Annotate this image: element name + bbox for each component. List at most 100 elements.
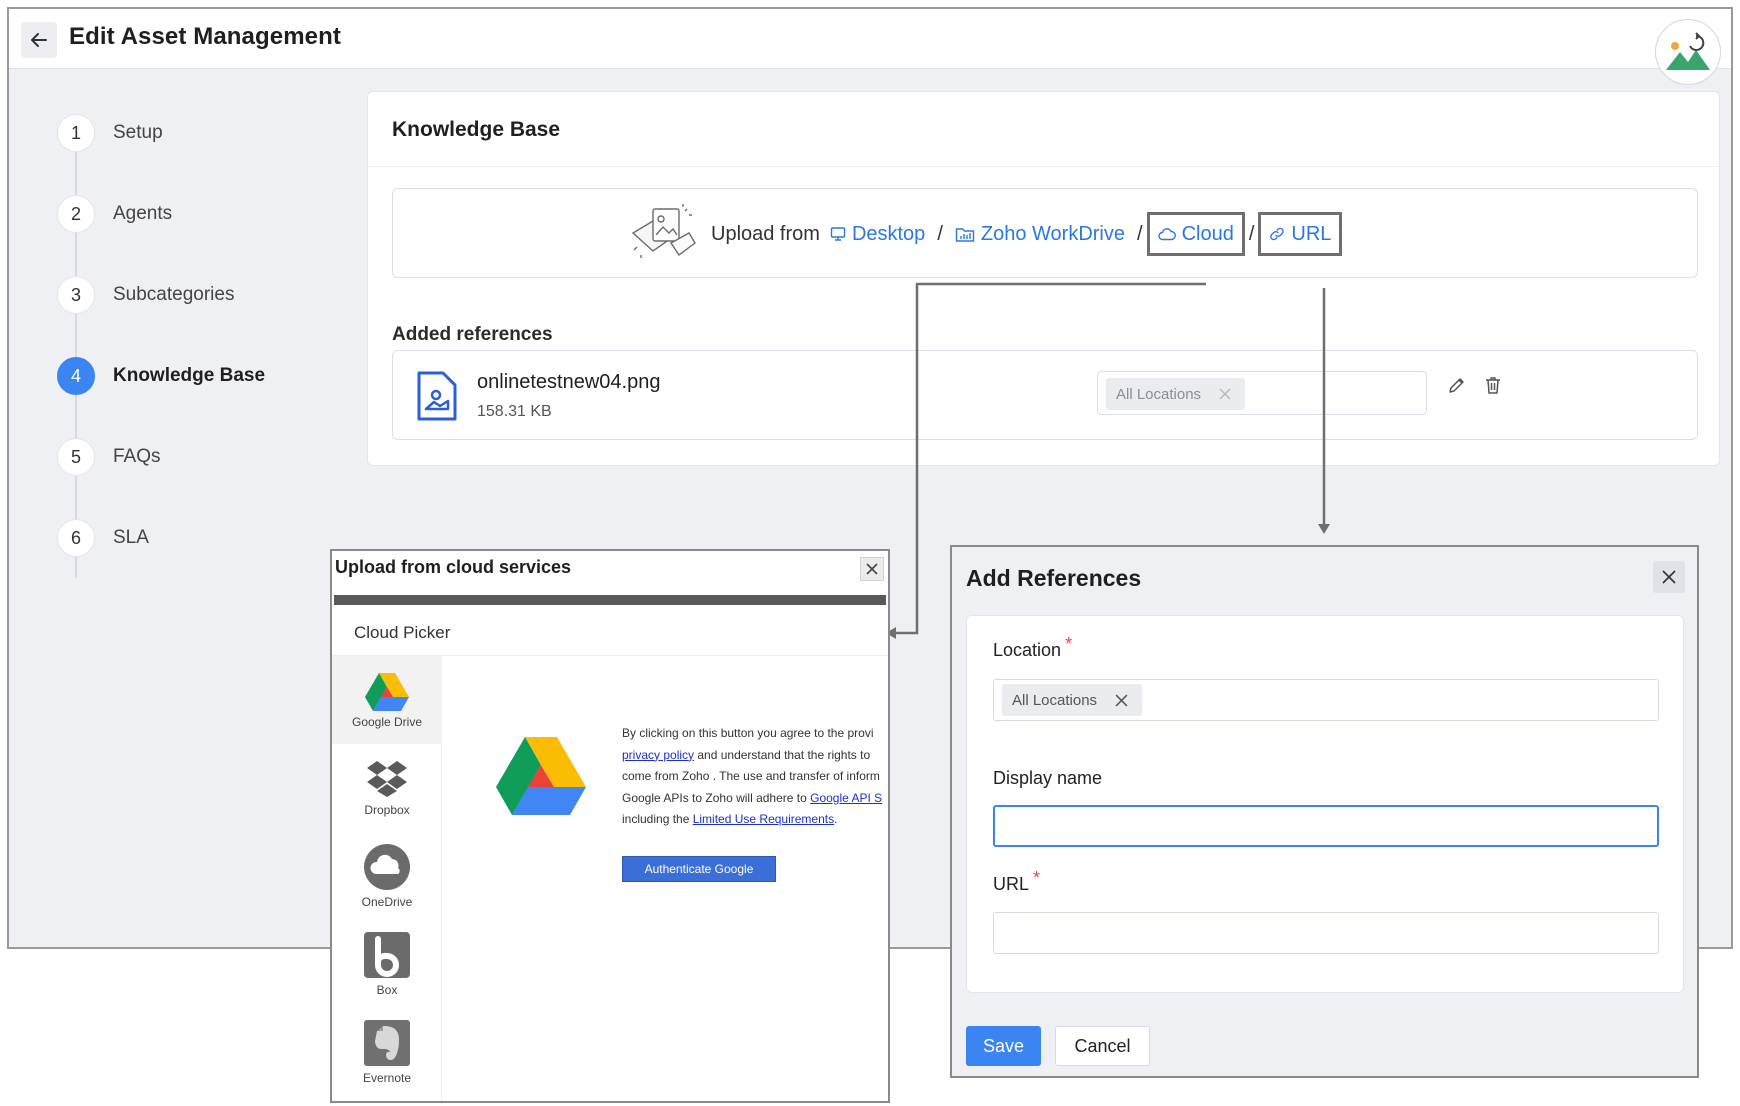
header: Edit Asset Management	[9, 9, 1731, 85]
remove-chip-icon[interactable]	[1219, 388, 1231, 400]
consent-text: By clicking on this button you agree to …	[622, 723, 884, 831]
step-number: 3	[57, 276, 95, 314]
provider-label: Dropbox	[364, 803, 410, 817]
location-chip-label: All Locations	[1012, 691, 1098, 709]
cloud-upload-dialog: Upload from cloud services Cloud Picker …	[330, 549, 890, 1103]
dialog-toolbar-bar	[334, 595, 886, 605]
dialog-title: Upload from cloud services	[335, 557, 572, 577]
step-label: Subcategories	[113, 284, 235, 305]
dialog-title: Add References	[966, 565, 1142, 591]
provider-google-drive[interactable]: Google Drive	[332, 656, 442, 744]
separator: /	[1137, 222, 1143, 245]
close-button[interactable]	[860, 557, 884, 581]
google-api-link[interactable]: Google API S	[810, 791, 882, 805]
provider-evernote[interactable]: Evernote	[332, 1008, 442, 1096]
desktop-link-label: Desktop	[851, 222, 926, 245]
url-label-text: URL	[993, 874, 1030, 894]
authenticate-google-button[interactable]: Authenticate Google	[622, 856, 776, 882]
added-references-label: Added references	[392, 324, 553, 345]
location-chip: All Locations	[1106, 378, 1246, 410]
upload-illustration-icon	[631, 204, 696, 258]
workdrive-link-label: Zoho WorkDrive	[980, 222, 1125, 245]
provider-label: OneDrive	[361, 895, 413, 909]
location-label: Location *	[993, 634, 1072, 661]
app-logo	[1655, 19, 1721, 85]
display-name-input[interactable]	[993, 805, 1659, 847]
divider	[368, 166, 1719, 167]
pencil-icon[interactable]	[1447, 375, 1467, 395]
privacy-policy-link[interactable]: privacy policy	[622, 748, 694, 762]
provider-onedrive[interactable]: OneDrive	[332, 832, 442, 920]
consent-line: By clicking on this button you agree to …	[622, 726, 874, 740]
step-number: 5	[57, 438, 95, 476]
step-sla[interactable]: 6 SLA	[57, 518, 149, 558]
step-label: Setup	[113, 122, 163, 143]
trash-icon[interactable]	[1483, 375, 1503, 395]
dropbox-icon	[367, 761, 407, 797]
required-mark: *	[1033, 868, 1041, 888]
cloud-link-label: Cloud	[1181, 222, 1234, 245]
step-setup[interactable]: 1 Setup	[57, 113, 163, 153]
required-mark: *	[1065, 634, 1073, 654]
add-references-dialog: Add References Location * All Locations D…	[950, 545, 1699, 1078]
workdrive-link[interactable]: Zoho WorkDrive	[955, 223, 1125, 246]
step-number: 1	[57, 114, 95, 152]
reference-form: Location * All Locations Display name URL…	[966, 615, 1684, 993]
consent-text-part: .	[834, 812, 838, 826]
location-select[interactable]: All Locations	[993, 679, 1659, 721]
section-title: Knowledge Base	[392, 118, 561, 141]
box-icon	[364, 932, 410, 978]
step-number: 4	[57, 357, 95, 395]
arrow-left-icon	[31, 33, 47, 47]
url-input[interactable]	[993, 912, 1659, 954]
step-faqs[interactable]: 5 FAQs	[57, 437, 161, 477]
link-icon	[1270, 227, 1285, 241]
consent-line: including the Limited Use Requirements.	[622, 809, 884, 831]
step-knowledge-base[interactable]: 4 Knowledge Base	[57, 356, 265, 396]
file-name: onlinetestnew04.png	[477, 371, 661, 393]
onedrive-icon	[364, 844, 410, 890]
url-link[interactable]: URL	[1258, 212, 1343, 256]
consent-text-part: and understand that the rights to	[694, 747, 871, 762]
provider-label: Google Drive	[351, 715, 423, 729]
limited-use-link[interactable]: Limited Use Requirements	[693, 812, 834, 826]
step-label: Knowledge Base	[113, 365, 266, 386]
separator: /	[1248, 222, 1255, 245]
separator: /	[937, 222, 943, 245]
close-icon	[1662, 570, 1676, 584]
url-link-label: URL	[1291, 222, 1332, 245]
step-number: 2	[57, 195, 95, 233]
cloud-link[interactable]: Cloud	[1146, 212, 1245, 256]
image-file-icon	[417, 371, 457, 421]
location-select[interactable]: All Locations	[1097, 371, 1427, 415]
step-number: 6	[57, 519, 95, 557]
save-button[interactable]: Save	[966, 1026, 1041, 1066]
provider-box[interactable]: Box	[332, 920, 442, 1008]
step-subcategories[interactable]: 3 Subcategories	[57, 275, 234, 315]
workdrive-icon	[955, 228, 975, 242]
close-icon	[866, 563, 878, 575]
desktop-link[interactable]: Desktop	[830, 223, 925, 246]
consent-text-part: Google APIs to Zoho will adhere to	[622, 790, 811, 805]
step-label: FAQs	[113, 446, 161, 467]
google-drive-icon	[365, 673, 409, 711]
monitor-icon	[830, 227, 846, 241]
step-label: SLA	[113, 527, 149, 548]
close-button[interactable]	[1653, 561, 1685, 593]
knowledge-base-card: Knowledge Base Upload from Desktop / Zoh…	[367, 91, 1720, 466]
location-chip-label: All Locations	[1116, 385, 1202, 403]
cancel-button[interactable]: Cancel	[1055, 1026, 1150, 1066]
location-chip: All Locations	[1002, 684, 1143, 716]
back-button[interactable]	[21, 22, 57, 58]
step-label: Agents	[113, 203, 173, 224]
reference-row: onlinetestnew04.png 158.31 KB All Locati…	[392, 350, 1698, 440]
google-drive-logo-icon	[496, 737, 586, 815]
cloud-icon	[1157, 228, 1176, 241]
step-agents[interactable]: 2 Agents	[57, 194, 172, 234]
consent-line: come from Zoho . The use and transfer of…	[622, 769, 880, 783]
provider-dropbox[interactable]: Dropbox	[332, 744, 442, 832]
wizard-steps: 1 Setup 2 Agents 3 Subcategories 4 Knowl…	[57, 113, 357, 673]
remove-chip-icon[interactable]	[1115, 694, 1128, 707]
evernote-icon	[364, 1020, 410, 1066]
mountain-sync-icon	[1666, 32, 1710, 70]
